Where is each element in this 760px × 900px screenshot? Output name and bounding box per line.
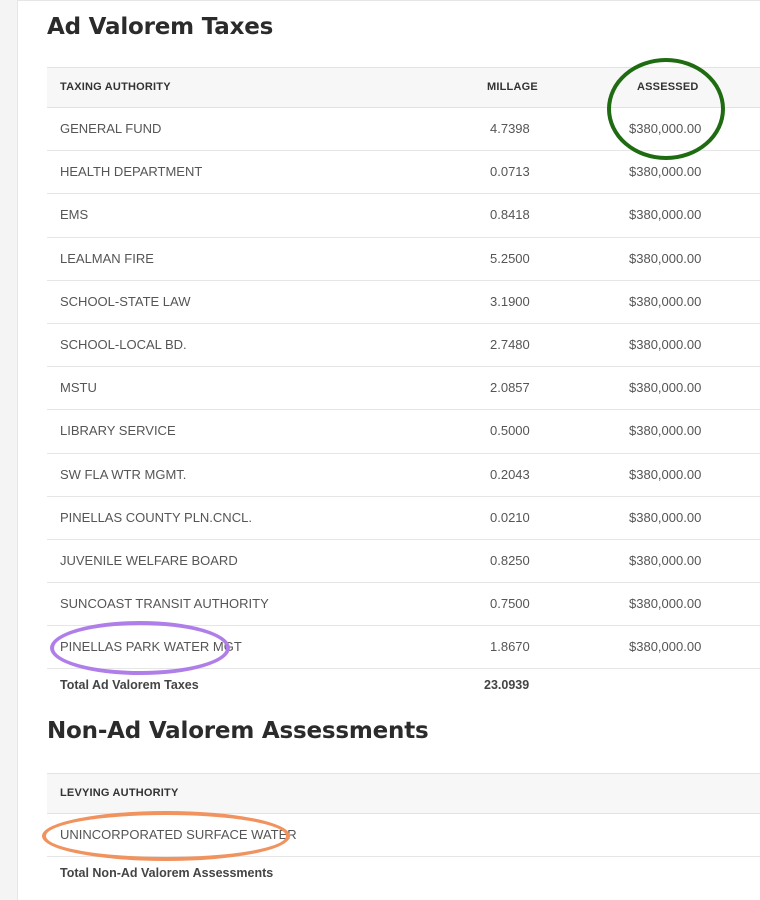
taxing-authority-cell: PINELLAS COUNTY PLN.CNCL. — [60, 509, 252, 525]
assessed-cell: $380,000.00 — [629, 207, 702, 223]
millage-cell: 0.0210 — [490, 509, 530, 525]
table-row: MSTU 2.0857 $380,000.00 — [47, 367, 760, 411]
millage-cell: 2.0857 — [490, 380, 530, 396]
non-ad-valorem-title: Non-Ad Valorem Assessments — [47, 718, 429, 744]
total-millage-value: 23.0939 — [484, 678, 530, 693]
millage-cell: 0.8418 — [490, 207, 530, 223]
taxing-authority-cell: JUVENILE WELFARE BOARD — [60, 552, 238, 568]
total-ad-valorem-label: Total Ad Valorem Taxes — [60, 678, 199, 693]
table-row: SCHOOL-STATE LAW 3.1900 $380,000.00 — [47, 281, 760, 324]
assessed-cell: $380,000.00 — [629, 466, 702, 482]
table-row: PINELLAS COUNTY PLN.CNCL. 0.0210 $380,000.… — [47, 497, 760, 540]
table-row: SUNCOAST TRANSIT AUTHORITY 0.7500 $380,000… — [47, 583, 760, 627]
assessed-cell: $380,000.00 — [629, 121, 702, 136]
taxing-authority-cell: MSTU — [60, 380, 97, 396]
millage-cell: 5.2500 — [490, 250, 530, 266]
assessed-cell: $380,000.00 — [629, 423, 702, 439]
ad-valorem-total-row: Total Ad Valorem Taxes 23.0939 — [47, 669, 760, 701]
levying-authority-cell: UNINCORPORATED SURFACE WATER — [60, 827, 297, 842]
taxing-authority-cell: LEALMAN FIRE — [60, 250, 154, 266]
tax-details-panel: Ad Valorem Taxes TAXING AUTHORITY MILLAG… — [17, 0, 760, 900]
taxing-authority-cell: SUNCOAST TRANSIT AUTHORITY — [60, 596, 269, 612]
table-row: LEALMAN FIRE 5.2500 $380,000.00 — [47, 238, 760, 281]
millage-cell: 4.7398 — [490, 121, 530, 136]
levying-authority-header: LEVYING AUTHORITY — [60, 787, 179, 799]
table-row: LIBRARY SERVICE 0.5000 $380,000.00 — [47, 410, 760, 454]
assessed-cell: $380,000.00 — [629, 380, 702, 396]
taxing-authority-header: TAXING AUTHORITY — [60, 81, 171, 93]
non-ad-valorem-table: LEVYING AUTHORITY UNINCORPORATED SURFACE… — [47, 773, 760, 889]
table-row: EMS 0.8418 $380,000.00 — [47, 194, 760, 238]
taxing-authority-cell: LIBRARY SERVICE — [60, 423, 176, 439]
taxing-authority-cell: HEALTH DEPARTMENT — [60, 164, 203, 180]
table-row: GENERAL FUND 4.7398 $380,000.00 — [47, 108, 760, 152]
millage-cell: 0.2043 — [490, 466, 530, 482]
total-non-ad-valorem-label: Total Non-Ad Valorem Assessments — [60, 866, 274, 881]
assessed-cell: $380,000.00 — [629, 164, 702, 180]
table-row: PINELLAS PARK WATER MGT 1.8670 $380,000.00 — [47, 626, 760, 670]
taxing-authority-cell: PINELLAS PARK WATER MGT — [60, 639, 242, 655]
assessed-cell: $380,000.00 — [629, 250, 702, 266]
millage-cell: 2.7480 — [490, 336, 530, 352]
taxing-authority-cell: SW FLA WTR MGMT. — [60, 466, 187, 482]
millage-header: MILLAGE — [487, 81, 538, 93]
taxing-authority-cell: GENERAL FUND — [60, 121, 162, 136]
millage-cell: 0.5000 — [490, 423, 530, 439]
table-row: SCHOOL-LOCAL BD. 2.7480 $380,000.00 — [47, 324, 760, 368]
table-row: UNINCORPORATED SURFACE WATER — [47, 814, 760, 858]
table-row: SW FLA WTR MGMT. 0.2043 $380,000.00 — [47, 454, 760, 497]
non-ad-valorem-rows: UNINCORPORATED SURFACE WATER — [47, 814, 760, 858]
assessed-cell: $380,000.00 — [629, 639, 702, 655]
assessed-cell: $380,000.00 — [629, 336, 702, 352]
assessed-header: ASSESSED — [637, 81, 699, 93]
millage-cell: 0.0713 — [490, 164, 530, 180]
ad-valorem-table: TAXING AUTHORITY MILLAGE ASSESSED GENERA… — [47, 67, 760, 701]
millage-cell: 0.7500 — [490, 596, 530, 612]
assessed-cell: $380,000.00 — [629, 596, 702, 612]
millage-cell: 3.1900 — [490, 293, 530, 309]
non-ad-valorem-table-header: LEVYING AUTHORITY — [47, 773, 760, 814]
millage-cell: 1.8670 — [490, 639, 530, 655]
assessed-cell: $380,000.00 — [629, 509, 702, 525]
taxing-authority-cell: EMS — [60, 207, 89, 223]
table-row: JUVENILE WELFARE BOARD 0.8250 $380,000.00 — [47, 540, 760, 584]
assessed-cell: $380,000.00 — [629, 552, 702, 568]
taxing-authority-cell: SCHOOL-LOCAL BD. — [60, 336, 187, 352]
ad-valorem-title: Ad Valorem Taxes — [47, 14, 274, 40]
ad-valorem-rows: GENERAL FUND 4.7398 $380,000.00 HEALTH DEPA… — [47, 108, 760, 670]
table-row: HEALTH DEPARTMENT 0.0713 $380,000.00 — [47, 151, 760, 195]
ad-valorem-table-header: TAXING AUTHORITY MILLAGE ASSESSED — [47, 67, 760, 108]
non-ad-valorem-total-row: Total Non-Ad Valorem Assessments — [47, 857, 760, 889]
taxing-authority-cell: SCHOOL-STATE LAW — [60, 293, 191, 309]
millage-cell: 0.8250 — [490, 552, 530, 568]
assessed-cell: $380,000.00 — [629, 293, 702, 309]
